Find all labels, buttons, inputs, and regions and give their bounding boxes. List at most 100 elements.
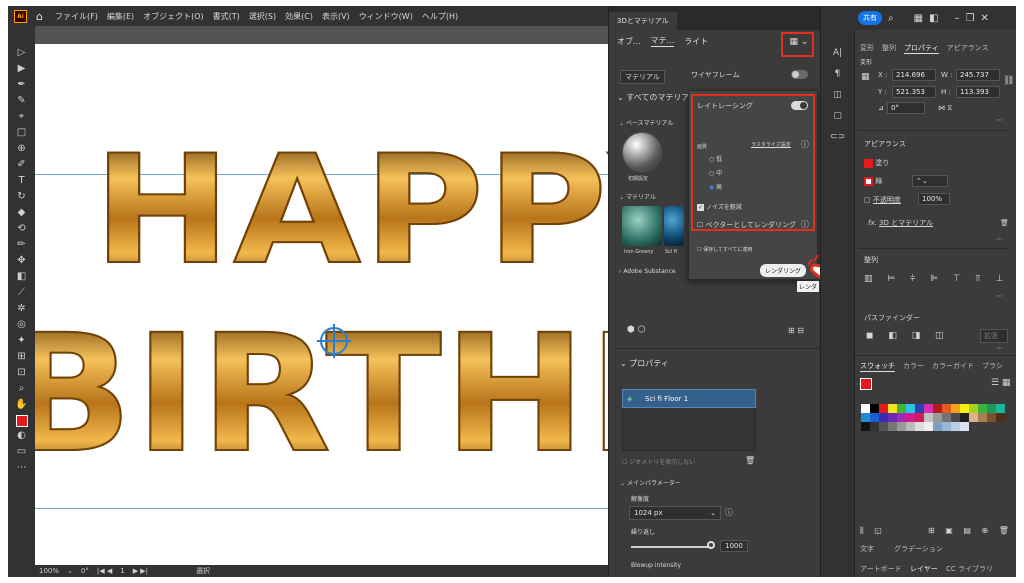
repeat-slider-knob[interactable] [707, 541, 715, 549]
page-number[interactable]: 1 [120, 567, 124, 575]
anchor-tool-icon[interactable]: ⌖ [13, 108, 31, 124]
stroke-row[interactable]: 線 [864, 176, 882, 186]
fill-stroke-swatch[interactable] [860, 378, 872, 392]
base-material-header[interactable]: ⌄ ベースマテリアル [619, 118, 673, 127]
paragraph-panel-icon[interactable]: ¶ [831, 67, 845, 81]
resolution-info-icon[interactable]: ⓘ [725, 507, 733, 518]
fill-color-swatch[interactable] [15, 415, 28, 427]
slice-tool-icon[interactable]: ⊡ [13, 364, 31, 380]
h-field[interactable]: 113.393 [956, 86, 1000, 98]
menu-type[interactable]: 書式(T) [213, 11, 240, 22]
raster-settings-link[interactable]: ラスタライズ設定 [751, 141, 791, 148]
tab-color[interactable]: カラー [903, 361, 924, 371]
tab-lighting[interactable]: ライト [684, 36, 708, 47]
swatch-actions-icons[interactable]: ⊞ ▣ ▤ ⊕ 🗑 [928, 526, 1013, 535]
properties-header[interactable]: ⌄ プロパティ [620, 358, 669, 369]
material-thumb-scifi[interactable] [664, 206, 684, 246]
share-button[interactable]: 共有 [858, 11, 882, 25]
links-panel-icon[interactable]: ⊂⊃ [830, 130, 845, 144]
rotation-value[interactable]: 0° [81, 567, 89, 575]
more-options-icon[interactable]: ⋯ [996, 116, 1003, 124]
tab-properties[interactable]: プロパティ [904, 43, 939, 54]
raytracing-toggle[interactable] [791, 101, 808, 110]
menu-file[interactable]: ファイル(F) [55, 11, 98, 22]
more-options-icon[interactable]: ⋯ [996, 344, 1003, 352]
warp-tool-icon[interactable]: ⟲ [13, 220, 31, 236]
trash-icon[interactable]: 🗑 [1000, 219, 1009, 227]
w-field[interactable]: 245.737 [956, 69, 1000, 81]
chevron-down-icon[interactable]: ⌄ [67, 567, 73, 575]
search-icon[interactable]: ⌕ [888, 13, 894, 24]
quality-low-radio[interactable]: ○ 低 [709, 154, 722, 163]
menu-view[interactable]: 表示(V) [322, 11, 350, 22]
home-icon[interactable]: ⌂ [36, 10, 43, 23]
shaper-tool-icon[interactable]: ⊕ [13, 140, 31, 156]
hide-geometry-checkbox[interactable]: ☐ ジオメトリを表示しない [622, 457, 695, 466]
hand-tool-icon[interactable]: ✋ [13, 396, 31, 412]
maximize-icon[interactable]: ❐ [966, 13, 975, 24]
x-field[interactable]: 214.696 [892, 69, 936, 81]
type-tool-icon[interactable]: T [13, 172, 31, 188]
tab-character[interactable]: 文字 [860, 544, 874, 554]
scene-icons[interactable]: ⬢ ⬡ [627, 325, 646, 335]
page-nav-next-icon[interactable]: ▶ ▶| [133, 567, 148, 575]
effect-row[interactable]: fx. 3D とマテリアル [868, 218, 933, 228]
materials-header[interactable]: ⌄ マテリアル [619, 192, 656, 201]
info-icon[interactable]: ⓘ [801, 139, 809, 150]
tab-transform[interactable]: 変形 [860, 43, 874, 53]
symbol-sprayer-icon[interactable]: ✲ [13, 300, 31, 316]
gradient-tool-icon[interactable]: ◧ [13, 268, 31, 284]
swatch-footer-icons[interactable]: ⫼ ◱ [860, 526, 886, 536]
opacity-field[interactable]: 100% [918, 193, 950, 205]
screen-mode-icon[interactable]: ▭ [13, 443, 31, 459]
rectangle-tool-icon[interactable]: □ [13, 124, 31, 140]
tab-brushes[interactable]: ブラシ [982, 361, 1003, 371]
swatch-grid[interactable] [861, 404, 1005, 431]
material-thumb-iron-greeny[interactable] [622, 206, 662, 246]
eyedropper-tool-icon[interactable]: ⟋ [13, 284, 31, 300]
tab-cc-libraries[interactable]: CC ライブラリ [946, 564, 993, 574]
main-params-header[interactable]: ⌄ メインパラメーター [620, 478, 681, 487]
artboard-tool-icon[interactable]: ⊞ [13, 348, 31, 364]
properties-list-item[interactable]: Sci fi Floor 1 [622, 389, 756, 408]
blend-tool-icon[interactable]: ◎ [13, 316, 31, 332]
pencil-tool-icon[interactable]: ✐ [13, 156, 31, 172]
menu-select[interactable]: 選択(S) [249, 11, 276, 22]
selection-tool-icon[interactable]: ▷ [13, 44, 31, 60]
canvas[interactable]: HAPPY BIRTHDAY [35, 26, 608, 565]
more-options-icon[interactable]: ⋯ [996, 292, 1003, 300]
adobe-substance-header[interactable]: › Adobe Substance [619, 268, 676, 275]
artboards-panel-icon[interactable]: ▢ [831, 109, 845, 123]
tab-artboards[interactable]: アートボード [860, 564, 902, 574]
angle-field[interactable]: 0° [887, 102, 925, 114]
menu-edit[interactable]: 編集(E) [107, 11, 134, 22]
default-material-thumb[interactable] [622, 132, 662, 172]
flip-icons[interactable]: ⋈ ⧖ [938, 104, 952, 113]
tab-object[interactable]: オブ... [617, 36, 641, 47]
art-text-happy[interactable]: HAPPY [92, 135, 608, 287]
stroke-weight-field[interactable]: ⌃⌄ [912, 175, 948, 187]
repeat-slider-track[interactable] [631, 546, 711, 548]
quality-high-radio[interactable]: ◉ 高 [709, 182, 722, 191]
puppet-warp-tool-icon[interactable]: ✥ [13, 252, 31, 268]
tab-align[interactable]: 整列 [882, 43, 896, 53]
curvature-tool-icon[interactable]: ✎ [13, 92, 31, 108]
tab-gradient[interactable]: グラデーション [894, 544, 943, 554]
workspace-icon[interactable]: ▦ [914, 13, 923, 24]
resolution-select[interactable]: 1024 px ⌄ [629, 506, 721, 520]
menu-object[interactable]: オブジェクト(O) [143, 11, 204, 22]
layers-panel-icon[interactable]: ◫ [831, 88, 845, 102]
page-nav-icon[interactable]: |◀ ◀ [97, 567, 112, 575]
tab-layers[interactable]: レイヤー [910, 564, 938, 574]
y-field[interactable]: 521.353 [892, 86, 936, 98]
render-button-tooltip[interactable]: レンダリング [760, 264, 807, 277]
opacity-row[interactable]: ▢ 不透明度 [864, 195, 901, 205]
tab-color-guide[interactable]: カラーガイド [932, 361, 974, 371]
menu-help[interactable]: ヘルプ(H) [422, 11, 458, 22]
link-icon[interactable]: ⛓ [1003, 76, 1014, 86]
panel-tab-3d-materials[interactable]: 3Dとマテリアル [609, 12, 677, 30]
all-materials-header[interactable]: ⌄ すべてのマテリアル [617, 92, 697, 103]
tab-appearance[interactable]: アピアランス [947, 43, 989, 53]
align-buttons-icon[interactable]: ▥ ⊨ ⫩ ⊫ ⊤ ⫪ ⊥ [864, 274, 1009, 284]
save-apply-all-checkbox[interactable]: ☐ 保存してすべてに適用 [697, 246, 752, 253]
